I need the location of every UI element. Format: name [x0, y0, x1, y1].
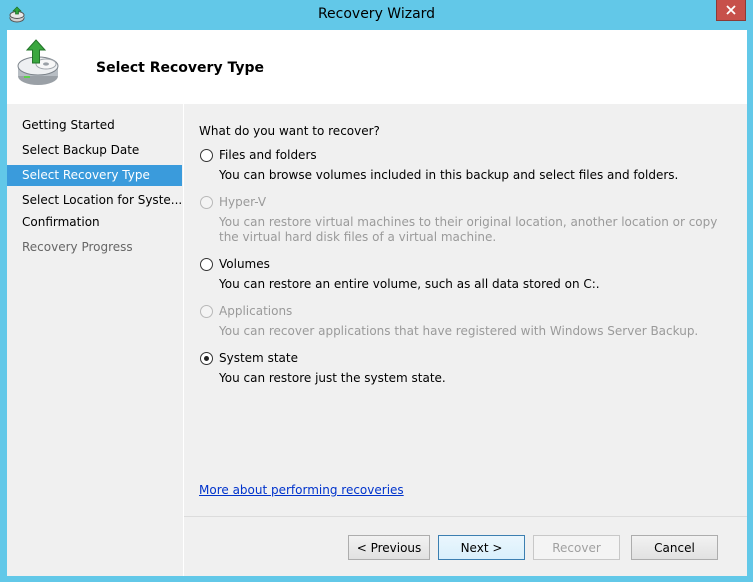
hyper-v-description: You can restore virtual machines to thei… [219, 215, 718, 244]
radio-selected-dot [204, 356, 209, 361]
files-and-folders-radio[interactable] [200, 149, 213, 162]
applications-radio [200, 305, 213, 318]
wizard-content: What do you want to recover? Files and f… [184, 104, 747, 576]
recover-button: Recover [533, 535, 620, 560]
page-title: Select Recovery Type [96, 60, 264, 76]
system-state-radio[interactable] [200, 352, 213, 365]
backup-restore-icon [12, 36, 68, 92]
step-select-location: Select Location for Syste... [22, 193, 182, 207]
step-recovery-progress: Recovery Progress [22, 240, 133, 254]
step-getting-started: Getting Started [22, 118, 115, 132]
cancel-button[interactable]: Cancel [631, 535, 718, 560]
recovery-wizard-window: Recovery Wizard Select Recovery Type Get… [0, 0, 753, 582]
previous-button[interactable]: < Previous [348, 535, 430, 560]
system-state-label[interactable]: System state [219, 351, 298, 365]
files-and-folders-description: You can browse volumes included in this … [219, 168, 679, 182]
applications-description: You can recover applications that have r… [219, 324, 699, 338]
wizard-client-area: Select Recovery Type Getting Started Sel… [7, 30, 747, 576]
step-confirmation: Confirmation [22, 215, 100, 229]
volumes-description: You can restore an entire volume, such a… [219, 277, 600, 291]
next-button[interactable]: Next > [438, 535, 525, 560]
close-icon [726, 5, 736, 15]
files-and-folders-label[interactable]: Files and folders [219, 148, 317, 162]
volumes-radio[interactable] [200, 258, 213, 271]
title-bar[interactable]: Recovery Wizard [0, 0, 753, 30]
step-select-recovery-type: Select Recovery Type [7, 165, 182, 186]
step-select-backup-date: Select Backup Date [22, 143, 140, 157]
more-about-recoveries-link[interactable]: More about performing recoveries [199, 483, 404, 497]
volumes-label[interactable]: Volumes [219, 257, 270, 271]
wizard-steps-sidebar: Getting Started Select Backup Date Selec… [7, 104, 183, 576]
window-bottom-border [0, 576, 753, 582]
window-title: Recovery Wizard [317, 6, 436, 22]
close-button[interactable] [716, 0, 746, 21]
hyper-v-radio [200, 196, 213, 209]
wizard-header: Select Recovery Type [7, 30, 747, 104]
hyper-v-label: Hyper-V [219, 195, 267, 209]
applications-label: Applications [219, 304, 293, 318]
footer-divider [184, 516, 747, 517]
system-state-description: You can restore just the system state. [219, 371, 446, 385]
recovery-question: What do you want to recover? [199, 124, 380, 138]
